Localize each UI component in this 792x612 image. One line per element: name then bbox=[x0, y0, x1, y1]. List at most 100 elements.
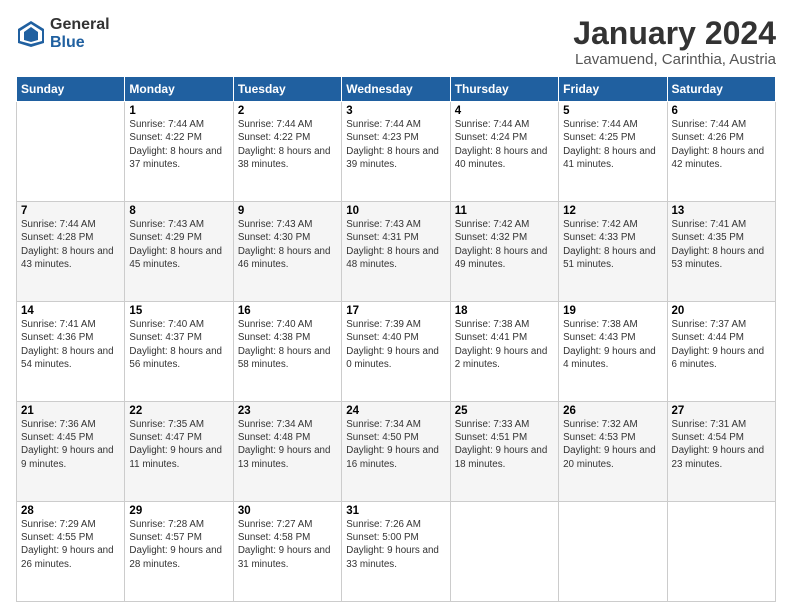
table-row bbox=[559, 502, 667, 602]
table-row: 6Sunrise: 7:44 AMSunset: 4:26 PMDaylight… bbox=[667, 102, 775, 202]
day-detail: Sunrise: 7:36 AMSunset: 4:45 PMDaylight:… bbox=[21, 418, 120, 471]
day-number: 16 bbox=[238, 305, 337, 317]
day-detail: Sunrise: 7:37 AMSunset: 4:44 PMDaylight:… bbox=[672, 318, 771, 371]
calendar-week-row: 1Sunrise: 7:44 AMSunset: 4:22 PMDaylight… bbox=[17, 102, 776, 202]
table-row: 25Sunrise: 7:33 AMSunset: 4:51 PMDayligh… bbox=[450, 402, 558, 502]
header-wednesday: Wednesday bbox=[342, 77, 450, 102]
day-number: 29 bbox=[129, 505, 228, 517]
table-row: 15Sunrise: 7:40 AMSunset: 4:37 PMDayligh… bbox=[125, 302, 233, 402]
day-number: 6 bbox=[672, 105, 771, 117]
day-detail: Sunrise: 7:41 AMSunset: 4:35 PMDaylight:… bbox=[672, 218, 771, 271]
day-number: 26 bbox=[563, 405, 662, 417]
day-detail: Sunrise: 7:44 AMSunset: 4:22 PMDaylight:… bbox=[238, 118, 337, 171]
table-row bbox=[17, 102, 125, 202]
table-row: 10Sunrise: 7:43 AMSunset: 4:31 PMDayligh… bbox=[342, 202, 450, 302]
table-row: 1Sunrise: 7:44 AMSunset: 4:22 PMDaylight… bbox=[125, 102, 233, 202]
day-number: 23 bbox=[238, 405, 337, 417]
table-row: 29Sunrise: 7:28 AMSunset: 4:57 PMDayligh… bbox=[125, 502, 233, 602]
day-number: 27 bbox=[672, 405, 771, 417]
table-row: 2Sunrise: 7:44 AMSunset: 4:22 PMDaylight… bbox=[233, 102, 341, 202]
page-subtitle: Lavamuend, Carinthia, Austria bbox=[573, 51, 776, 68]
day-detail: Sunrise: 7:41 AMSunset: 4:36 PMDaylight:… bbox=[21, 318, 120, 371]
day-number: 17 bbox=[346, 305, 445, 317]
day-detail: Sunrise: 7:35 AMSunset: 4:47 PMDaylight:… bbox=[129, 418, 228, 471]
calendar-week-row: 28Sunrise: 7:29 AMSunset: 4:55 PMDayligh… bbox=[17, 502, 776, 602]
day-detail: Sunrise: 7:43 AMSunset: 4:29 PMDaylight:… bbox=[129, 218, 228, 271]
table-row: 31Sunrise: 7:26 AMSunset: 5:00 PMDayligh… bbox=[342, 502, 450, 602]
table-row bbox=[450, 502, 558, 602]
day-detail: Sunrise: 7:44 AMSunset: 4:23 PMDaylight:… bbox=[346, 118, 445, 171]
table-row: 14Sunrise: 7:41 AMSunset: 4:36 PMDayligh… bbox=[17, 302, 125, 402]
table-row: 16Sunrise: 7:40 AMSunset: 4:38 PMDayligh… bbox=[233, 302, 341, 402]
day-number: 4 bbox=[455, 105, 554, 117]
table-row: 7Sunrise: 7:44 AMSunset: 4:28 PMDaylight… bbox=[17, 202, 125, 302]
day-detail: Sunrise: 7:26 AMSunset: 5:00 PMDaylight:… bbox=[346, 518, 445, 571]
day-detail: Sunrise: 7:44 AMSunset: 4:22 PMDaylight:… bbox=[129, 118, 228, 171]
day-number: 15 bbox=[129, 305, 228, 317]
day-detail: Sunrise: 7:29 AMSunset: 4:55 PMDaylight:… bbox=[21, 518, 120, 571]
header-saturday: Saturday bbox=[667, 77, 775, 102]
day-detail: Sunrise: 7:34 AMSunset: 4:48 PMDaylight:… bbox=[238, 418, 337, 471]
day-number: 9 bbox=[238, 205, 337, 217]
table-row: 19Sunrise: 7:38 AMSunset: 4:43 PMDayligh… bbox=[559, 302, 667, 402]
day-detail: Sunrise: 7:42 AMSunset: 4:32 PMDaylight:… bbox=[455, 218, 554, 271]
day-number: 1 bbox=[129, 105, 228, 117]
page-title: January 2024 bbox=[573, 16, 776, 51]
day-number: 10 bbox=[346, 205, 445, 217]
day-number: 12 bbox=[563, 205, 662, 217]
day-number: 20 bbox=[672, 305, 771, 317]
logo-general-text: General bbox=[50, 16, 110, 34]
day-number: 25 bbox=[455, 405, 554, 417]
logo-text: General Blue bbox=[50, 16, 110, 51]
day-detail: Sunrise: 7:44 AMSunset: 4:28 PMDaylight:… bbox=[21, 218, 120, 271]
day-number: 13 bbox=[672, 205, 771, 217]
table-row: 9Sunrise: 7:43 AMSunset: 4:30 PMDaylight… bbox=[233, 202, 341, 302]
day-detail: Sunrise: 7:44 AMSunset: 4:24 PMDaylight:… bbox=[455, 118, 554, 171]
logo-icon bbox=[16, 19, 46, 49]
table-row: 26Sunrise: 7:32 AMSunset: 4:53 PMDayligh… bbox=[559, 402, 667, 502]
day-detail: Sunrise: 7:38 AMSunset: 4:43 PMDaylight:… bbox=[563, 318, 662, 371]
day-number: 2 bbox=[238, 105, 337, 117]
day-number: 22 bbox=[129, 405, 228, 417]
table-row: 22Sunrise: 7:35 AMSunset: 4:47 PMDayligh… bbox=[125, 402, 233, 502]
day-number: 11 bbox=[455, 205, 554, 217]
day-number: 24 bbox=[346, 405, 445, 417]
day-detail: Sunrise: 7:38 AMSunset: 4:41 PMDaylight:… bbox=[455, 318, 554, 371]
day-detail: Sunrise: 7:27 AMSunset: 4:58 PMDaylight:… bbox=[238, 518, 337, 571]
table-row: 21Sunrise: 7:36 AMSunset: 4:45 PMDayligh… bbox=[17, 402, 125, 502]
day-detail: Sunrise: 7:40 AMSunset: 4:38 PMDaylight:… bbox=[238, 318, 337, 371]
day-detail: Sunrise: 7:32 AMSunset: 4:53 PMDaylight:… bbox=[563, 418, 662, 471]
table-row: 5Sunrise: 7:44 AMSunset: 4:25 PMDaylight… bbox=[559, 102, 667, 202]
page: General Blue January 2024 Lavamuend, Car… bbox=[0, 0, 792, 612]
logo: General Blue bbox=[16, 16, 110, 51]
table-row: 30Sunrise: 7:27 AMSunset: 4:58 PMDayligh… bbox=[233, 502, 341, 602]
day-detail: Sunrise: 7:44 AMSunset: 4:25 PMDaylight:… bbox=[563, 118, 662, 171]
day-number: 3 bbox=[346, 105, 445, 117]
table-row: 4Sunrise: 7:44 AMSunset: 4:24 PMDaylight… bbox=[450, 102, 558, 202]
day-number: 7 bbox=[21, 205, 120, 217]
day-detail: Sunrise: 7:33 AMSunset: 4:51 PMDaylight:… bbox=[455, 418, 554, 471]
table-row: 8Sunrise: 7:43 AMSunset: 4:29 PMDaylight… bbox=[125, 202, 233, 302]
table-row: 17Sunrise: 7:39 AMSunset: 4:40 PMDayligh… bbox=[342, 302, 450, 402]
calendar-header-row: Sunday Monday Tuesday Wednesday Thursday… bbox=[17, 77, 776, 102]
table-row: 23Sunrise: 7:34 AMSunset: 4:48 PMDayligh… bbox=[233, 402, 341, 502]
day-number: 31 bbox=[346, 505, 445, 517]
day-number: 8 bbox=[129, 205, 228, 217]
table-row: 12Sunrise: 7:42 AMSunset: 4:33 PMDayligh… bbox=[559, 202, 667, 302]
table-row: 11Sunrise: 7:42 AMSunset: 4:32 PMDayligh… bbox=[450, 202, 558, 302]
table-row: 13Sunrise: 7:41 AMSunset: 4:35 PMDayligh… bbox=[667, 202, 775, 302]
header-monday: Monday bbox=[125, 77, 233, 102]
table-row: 27Sunrise: 7:31 AMSunset: 4:54 PMDayligh… bbox=[667, 402, 775, 502]
day-detail: Sunrise: 7:31 AMSunset: 4:54 PMDaylight:… bbox=[672, 418, 771, 471]
calendar-week-row: 7Sunrise: 7:44 AMSunset: 4:28 PMDaylight… bbox=[17, 202, 776, 302]
day-detail: Sunrise: 7:39 AMSunset: 4:40 PMDaylight:… bbox=[346, 318, 445, 371]
header-sunday: Sunday bbox=[17, 77, 125, 102]
day-detail: Sunrise: 7:42 AMSunset: 4:33 PMDaylight:… bbox=[563, 218, 662, 271]
calendar-table: Sunday Monday Tuesday Wednesday Thursday… bbox=[16, 76, 776, 602]
day-number: 18 bbox=[455, 305, 554, 317]
day-detail: Sunrise: 7:40 AMSunset: 4:37 PMDaylight:… bbox=[129, 318, 228, 371]
table-row: 20Sunrise: 7:37 AMSunset: 4:44 PMDayligh… bbox=[667, 302, 775, 402]
title-block: January 2024 Lavamuend, Carinthia, Austr… bbox=[573, 16, 776, 68]
day-number: 30 bbox=[238, 505, 337, 517]
header-thursday: Thursday bbox=[450, 77, 558, 102]
